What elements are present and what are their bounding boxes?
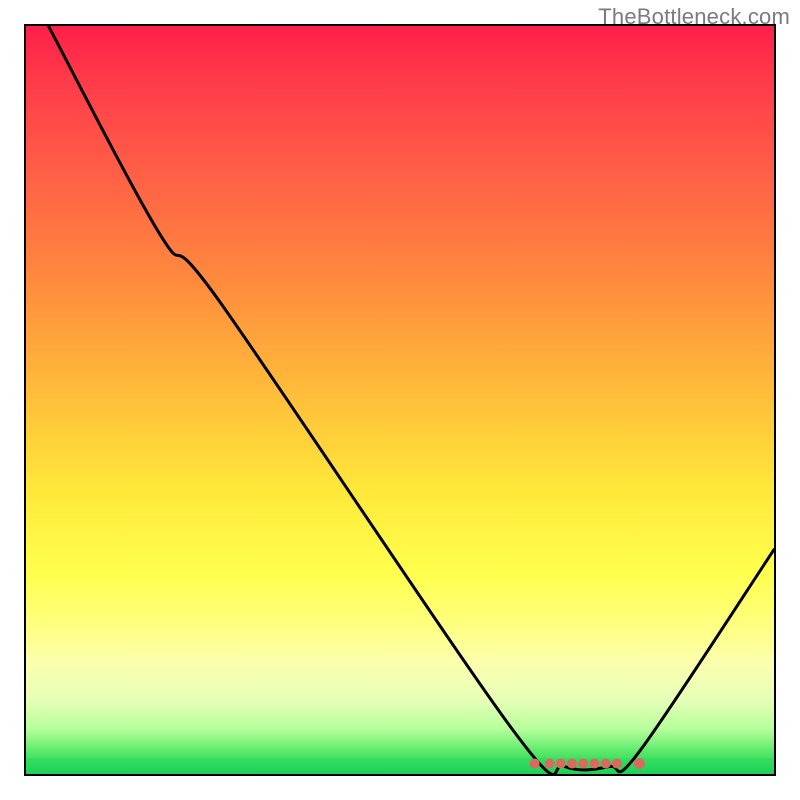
chart-area [24,24,776,776]
marker-dot [545,759,555,769]
marker-dot [556,759,566,769]
marker-dot [634,758,645,769]
optimal-range-markers [26,26,774,774]
marker-dot [589,759,599,769]
marker-dot [578,759,588,769]
marker-dot [601,759,611,769]
marker-dot [567,759,577,769]
marker-dot [612,759,622,769]
marker-dot [530,759,540,769]
watermark-text: TheBottleneck.com [598,4,790,30]
